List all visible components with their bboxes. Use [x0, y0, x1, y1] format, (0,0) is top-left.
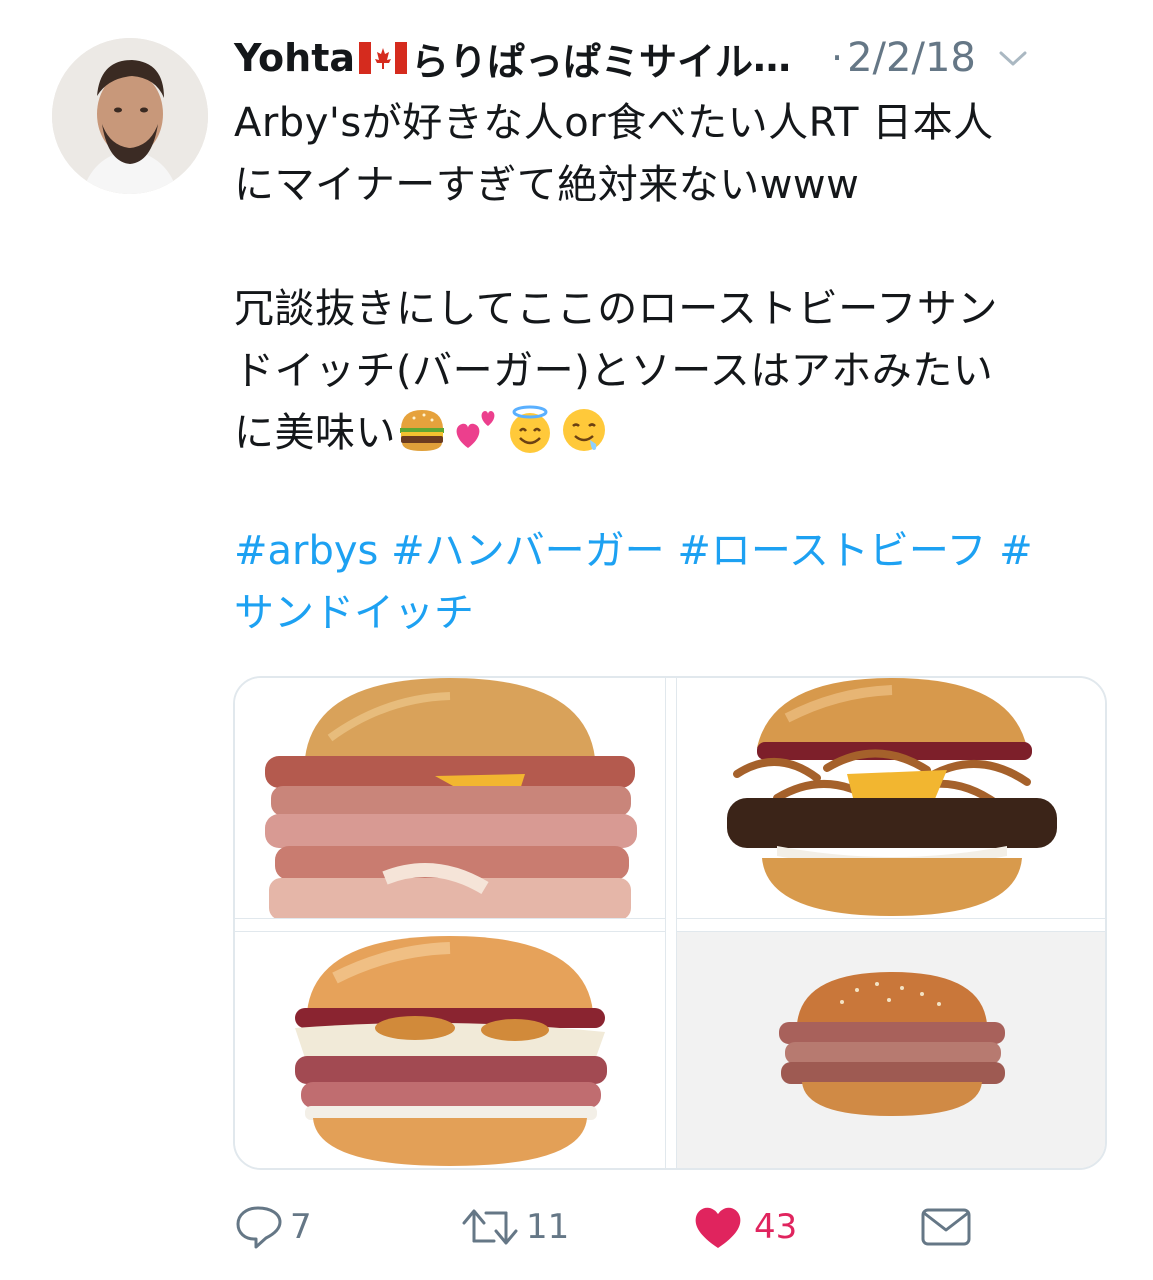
media-grid [233, 676, 1107, 1170]
hashtags: #arbys #ハンバーガー #ローストビーフ # サンドイッチ [234, 520, 1114, 644]
tweet-header: Yohta らりぱっぱミサイル … · 2/2/18 [234, 30, 1114, 86]
hashtag-roastbeef[interactable]: #ローストビーフ [677, 528, 986, 574]
tweet-date[interactable]: 2/2/18 [847, 35, 976, 81]
media-photo-1[interactable] [235, 678, 665, 920]
media-photo-2[interactable] [677, 678, 1105, 920]
retweet-icon [462, 1209, 518, 1245]
author-name[interactable]: Yohta [234, 36, 355, 80]
tweet-actions: 7 11 43 [234, 1195, 1114, 1259]
canada-flag-icon [359, 42, 407, 74]
tweet-text-line: にマイナーすぎて絶対来ないwww [234, 162, 860, 208]
tweet-text: Arby'sが好きな人or食べたい人RT 日本人 にマイナーすぎて絶対来ないww… [234, 92, 1114, 464]
media-divider [665, 678, 677, 1168]
tweet-text-line: Arby'sが好きな人or食べたい人RT 日本人 [234, 100, 994, 146]
heart-icon [695, 1207, 741, 1248]
drooling-face-emoji-icon [563, 409, 605, 451]
media-photo-3[interactable] [235, 932, 665, 1168]
stacked-meat-sandwich-image [265, 678, 637, 920]
like-count: 43 [754, 1207, 798, 1247]
direct-message-button[interactable] [920, 1195, 972, 1259]
name-ellipsis: … [753, 36, 792, 80]
retweet-count: 11 [526, 1207, 570, 1247]
tweet-text-end: に美味い [234, 410, 396, 456]
burger-emoji-icon [400, 410, 444, 451]
media-photo-4[interactable] [677, 932, 1105, 1168]
hashtag-sandwich[interactable]: サンドイッチ [234, 590, 474, 636]
avatar[interactable] [52, 38, 208, 194]
avatar-photo [52, 38, 208, 194]
separator-dot: · [831, 36, 844, 80]
hashtag-arbys[interactable]: #arbys [234, 528, 378, 574]
envelope-icon [921, 1208, 971, 1246]
smokehouse-sandwich-image [295, 936, 607, 1166]
chevron-down-icon[interactable] [998, 48, 1028, 68]
halo-smile-emoji-icon [510, 405, 550, 453]
reply-count: 7 [290, 1207, 312, 1247]
onion-ring-steak-sandwich-image [727, 678, 1057, 916]
classic-roast-beef-image [677, 932, 1105, 1168]
retweet-button[interactable]: 11 [460, 1195, 569, 1259]
hashtag-hamburger[interactable]: #ハンバーガー [391, 528, 665, 574]
tweet-text-line: ドイッチ(バーガー)とソースはアホみたい [234, 348, 994, 394]
author-name-suffix[interactable]: らりぱっぱミサイル [411, 31, 753, 86]
reply-icon [236, 1206, 282, 1249]
two-hearts-emoji-icon [456, 411, 495, 448]
like-button[interactable]: 43 [692, 1195, 797, 1259]
tweet-text-line: 冗談抜きにしてここのローストビーフサン [234, 286, 998, 332]
hashtag-sandwich-hash[interactable]: # [999, 528, 1033, 574]
reply-button[interactable]: 7 [234, 1195, 312, 1259]
tweet-text-line: に美味い [234, 402, 1114, 464]
